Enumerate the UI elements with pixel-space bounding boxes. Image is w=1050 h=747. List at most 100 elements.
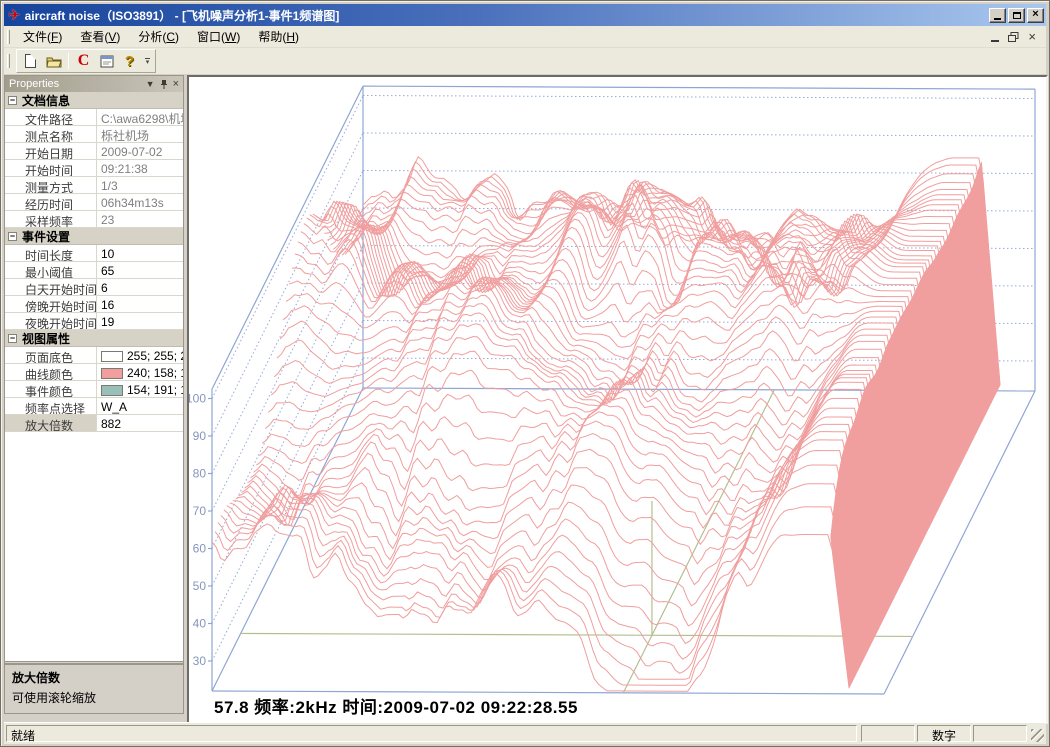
- menu-item-w[interactable]: 窗口(W): [188, 25, 249, 48]
- property-label: 采样频率: [5, 211, 97, 227]
- child-close-icon[interactable]: ×: [1028, 30, 1036, 43]
- collapse-minus-icon[interactable]: −: [8, 334, 17, 343]
- close-button[interactable]: ×: [1027, 8, 1044, 23]
- property-value[interactable]: 16: [97, 296, 183, 312]
- title-bar: ✈ aircraft noise（ISO3891） - [飞机噪声分析1-事件1…: [4, 4, 1046, 26]
- new-file-button[interactable]: [19, 51, 42, 72]
- section-header[interactable]: −事件设置: [5, 228, 183, 245]
- panel-menu-chevron-icon[interactable]: ▼: [146, 80, 155, 89]
- property-value[interactable]: 1/3: [97, 177, 183, 193]
- property-label: 事件颜色: [5, 381, 97, 397]
- minimize-button[interactable]: [989, 8, 1006, 23]
- property-label: 时间长度: [5, 245, 97, 261]
- help-title: 放大倍数: [12, 669, 176, 686]
- color-swatch[interactable]: [101, 351, 123, 362]
- property-label: 页面底色: [5, 347, 97, 363]
- property-value[interactable]: 65: [97, 262, 183, 278]
- property-row: 页面底色255; 255; 25: [5, 347, 183, 364]
- property-row: 测点名称栎社机场: [5, 126, 183, 143]
- property-value[interactable]: 10: [97, 245, 183, 261]
- property-value[interactable]: 882: [97, 415, 183, 431]
- section-header[interactable]: −视图属性: [5, 330, 183, 347]
- child-restore-icon[interactable]: [1008, 32, 1019, 42]
- property-row: 白天开始时间6: [5, 279, 183, 296]
- property-label: 测点名称: [5, 126, 97, 142]
- c-letter-icon: C: [78, 52, 90, 70]
- child-minimize-icon[interactable]: [991, 40, 999, 42]
- toolbar-overflow-icon[interactable]: ▾: [142, 49, 153, 73]
- property-label: 文件路径: [5, 109, 97, 125]
- properties-panel-header[interactable]: Properties ▼ ×: [5, 76, 183, 92]
- close-icon: ×: [1032, 9, 1038, 20]
- menu-bar: 文件(F)查看(V)分析(C)窗口(W)帮助(H) ×: [4, 26, 1046, 48]
- property-row: 开始时间09:21:38: [5, 160, 183, 177]
- collapse-minus-icon[interactable]: −: [8, 96, 17, 105]
- menu-item-v[interactable]: 查看(V): [71, 25, 129, 48]
- property-label: 白天开始时间: [5, 279, 97, 295]
- resize-grip-icon[interactable]: [1031, 729, 1044, 742]
- panel-close-icon[interactable]: ×: [173, 79, 179, 90]
- property-row: 放大倍数882: [5, 415, 183, 432]
- menu-grip[interactable]: [7, 30, 10, 44]
- menu-item-c[interactable]: 分析(C): [129, 25, 188, 48]
- status-cell-0: [861, 725, 915, 742]
- property-row: 夜晚开始时间19: [5, 313, 183, 330]
- property-row: 事件颜色154; 191; 18: [5, 381, 183, 398]
- property-value[interactable]: 2009-07-02: [97, 143, 183, 159]
- property-label: 最小阈值: [5, 262, 97, 278]
- property-row: 测量方式1/3: [5, 177, 183, 194]
- maximize-icon: [1013, 12, 1021, 19]
- property-row: 傍晚开始时间16: [5, 296, 183, 313]
- status-cells: 数字: [861, 725, 1029, 742]
- toolbar-separator: [68, 53, 69, 69]
- cursor-readout: 57.8 频率:2kHz 时间:2009-07-02 09:22:28.55: [214, 693, 578, 718]
- minimize-icon: [994, 18, 1001, 20]
- menu-bar-items: 文件(F)查看(V)分析(C)窗口(W)帮助(H): [14, 25, 308, 48]
- property-value[interactable]: 154; 191; 18: [97, 381, 183, 397]
- menu-item-h[interactable]: 帮助(H): [249, 25, 308, 48]
- waterfall-3d-plot[interactable]: 10090807060504030: [189, 77, 1046, 722]
- status-cell-1: 数字: [917, 725, 971, 742]
- help-description: 可使用滚轮缩放: [12, 689, 176, 706]
- properties-panel: Properties ▼ × −文档信息文件路径C:\awa6298\机场测点名…: [4, 75, 184, 714]
- property-grid: −文档信息文件路径C:\awa6298\机场测点名称栎社机场开始日期2009-0…: [5, 92, 183, 662]
- section-title: 事件设置: [22, 228, 70, 245]
- property-value[interactable]: 栎社机场: [97, 126, 183, 142]
- property-value[interactable]: 240; 158; 15: [97, 364, 183, 380]
- menu-item-f[interactable]: 文件(F): [14, 25, 71, 48]
- status-bar: 就绪 数字: [4, 722, 1046, 744]
- svg-text:50: 50: [193, 579, 207, 593]
- maximize-button[interactable]: [1008, 8, 1025, 23]
- property-label: 傍晚开始时间: [5, 296, 97, 312]
- property-label: 频率点选择: [5, 398, 97, 414]
- color-swatch[interactable]: [101, 368, 123, 379]
- property-label: 夜晚开始时间: [5, 313, 97, 329]
- toolbar-grip[interactable]: [7, 54, 10, 68]
- open-folder-icon: [46, 55, 62, 68]
- property-row: 采样频率23: [5, 211, 183, 228]
- property-value[interactable]: 255; 255; 25: [97, 347, 183, 363]
- property-value[interactable]: C:\awa6298\机场: [97, 109, 183, 125]
- property-row: 频率点选择W_A: [5, 398, 183, 415]
- collapse-minus-icon[interactable]: −: [8, 232, 17, 241]
- toolbar: C?▾: [4, 48, 1046, 74]
- new-doc-icon: [25, 54, 36, 68]
- property-value[interactable]: 09:21:38: [97, 160, 183, 176]
- open-file-button[interactable]: [42, 51, 65, 72]
- property-value[interactable]: 6: [97, 279, 183, 295]
- property-row: 最小阈值65: [5, 262, 183, 279]
- spectrum-chart-area[interactable]: 10090807060504030 57.8 频率:2kHz 时间:2009-0…: [187, 75, 1048, 724]
- property-value[interactable]: 06h34m13s: [97, 194, 183, 210]
- properties-button[interactable]: [95, 51, 118, 72]
- panel-pin-icon[interactable]: [160, 80, 168, 89]
- c-analysis-button[interactable]: C: [72, 51, 95, 72]
- property-value[interactable]: W_A: [97, 398, 183, 414]
- section-header[interactable]: −文档信息: [5, 92, 183, 109]
- help-button[interactable]: ?: [118, 51, 141, 72]
- property-row: 曲线颜色240; 158; 15: [5, 364, 183, 381]
- color-swatch[interactable]: [101, 385, 123, 396]
- window-title: aircraft noise（ISO3891） - [飞机噪声分析1-事件1频谱…: [25, 7, 340, 24]
- property-value[interactable]: 19: [97, 313, 183, 329]
- property-value[interactable]: 23: [97, 211, 183, 227]
- app-airplane-icon: ✈: [8, 6, 21, 24]
